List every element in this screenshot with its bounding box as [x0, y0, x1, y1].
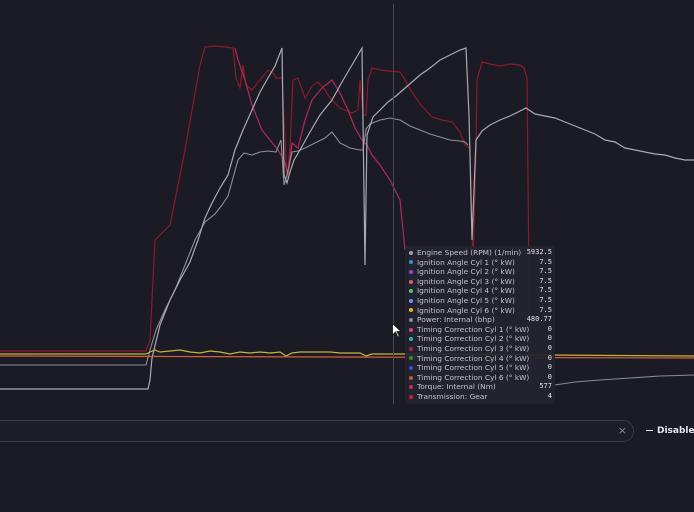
tooltip-row-label: Timing Correction Cyl 6 (° kW) [417, 372, 530, 382]
tooltip-row-label: Ignition Angle Cyl 6 (° kW) [417, 305, 515, 315]
mouse-cursor-icon [392, 323, 402, 338]
tooltip-row-label: Timing Correction Cyl 3 (° kW) [417, 343, 530, 353]
tooltip-row-label: Power: Internal (bhp) [417, 315, 495, 325]
legend-dot-icon [409, 394, 413, 399]
tooltip-row-value: 7.5 [539, 295, 552, 304]
disable-button-label: Disable C [657, 426, 694, 436]
legend-dot-icon [409, 365, 413, 370]
tooltip-row-value: 4 [547, 391, 552, 400]
tooltip-row-value: 480.77 [526, 315, 552, 324]
tooltip-row: Ignition Angle Cyl 5 (° kW) 7.5 [409, 296, 552, 306]
legend-dot-icon [409, 289, 413, 294]
legend-dot-icon [409, 260, 413, 265]
legend-dot-icon [409, 298, 413, 303]
tooltip-row-value: 0 [547, 343, 552, 352]
series-engine-speed [0, 45, 694, 390]
legend-dot-icon [409, 327, 413, 332]
tooltip-row-label: Engine Speed (RPM) (1/min) [417, 248, 522, 257]
tooltip-row-label: Ignition Angle Cyl 2 (° kW) [417, 267, 515, 277]
clear-icon[interactable]: × [618, 423, 627, 439]
legend-dot-icon [409, 337, 413, 342]
legend-dot-icon [409, 375, 413, 380]
legend-dot-icon [409, 308, 413, 313]
tooltip-row-label: Timing Correction Cyl 4 (° kW) [417, 353, 530, 363]
tooltip-row: Timing Correction Cyl 2 (° kW) 0 [409, 334, 552, 344]
tooltip-row: Ignition Angle Cyl 3 (° kW) 7.5 [409, 277, 552, 287]
disable-button[interactable]: Disable C [646, 424, 694, 438]
tooltip-row-label: Ignition Angle Cyl 3 (° kW) [417, 276, 515, 286]
tooltip-row: Transmission: Gear 4 [409, 392, 552, 402]
tooltip-row-value: 7.5 [539, 276, 552, 285]
tooltip-row: Engine Speed (RPM) (1/min) 5932.5 [409, 248, 552, 258]
tooltip-row: Ignition Angle Cyl 4 (° kW) 7.5 [409, 286, 552, 296]
tooltip-row: Timing Correction Cyl 5 (° kW) 0 [409, 363, 552, 373]
legend-dot-icon [409, 356, 413, 361]
filter-input[interactable]: × [0, 420, 634, 442]
tooltip-row: Ignition Angle Cyl 2 (° kW) 7.5 [409, 267, 552, 277]
tooltip-row: Ignition Angle Cyl 6 (° kW) 7.5 [409, 306, 552, 316]
tooltip-row-value: 7.5 [539, 286, 552, 295]
tooltip-row-label: Ignition Angle Cyl 5 (° kW) [417, 295, 515, 305]
datalog-chart[interactable] [0, 0, 694, 410]
tooltip-row-value: 0 [547, 372, 552, 381]
series-power-lower [554, 374, 694, 386]
tooltip-row-label: Timing Correction Cyl 2 (° kW) [417, 334, 530, 344]
series-torque [234, 47, 406, 251]
tooltip-row: Ignition Angle Cyl 1 (° kW) 7.5 [409, 258, 552, 268]
tooltip-row-label: Ignition Angle Cyl 1 (° kW) [417, 257, 515, 267]
tooltip-row: Power: Internal (bhp) 480.77 [409, 315, 552, 325]
tooltip-row-value: 7.5 [539, 257, 552, 266]
tooltip-row-value: 7.5 [539, 305, 552, 314]
tooltip-row-value: 577 [539, 382, 552, 391]
tooltip-row-value: 0 [547, 324, 552, 333]
legend-dot-icon [409, 250, 413, 255]
tooltip-row-label: Timing Correction Cyl 1 (° kW) [417, 324, 530, 334]
tooltip-row: Torque: Internal (Nm) 577 [409, 382, 552, 392]
legend-dot-icon [409, 317, 413, 322]
tooltip-row: Timing Correction Cyl 4 (° kW) 0 [409, 354, 552, 364]
tooltip-row-value: 7.5 [539, 267, 552, 276]
tooltip-row-label: Timing Correction Cyl 5 (° kW) [417, 363, 530, 373]
tooltip-row: Timing Correction Cyl 1 (° kW) 0 [409, 325, 552, 335]
legend-dot-icon [409, 385, 413, 390]
tooltip-row-label: Transmission: Gear [417, 391, 488, 401]
crosshair-line [393, 4, 394, 404]
legend-dot-icon [409, 269, 413, 274]
minus-icon [646, 429, 653, 432]
tooltip-row-label: Ignition Angle Cyl 4 (° kW) [417, 286, 515, 296]
tooltip-row-label: Torque: Internal (Nm) [417, 382, 496, 392]
tooltip-row-value: 0 [547, 363, 552, 372]
tooltip-row-value: 0 [547, 353, 552, 362]
tooltip-row: Timing Correction Cyl 6 (° kW) 0 [409, 373, 552, 383]
legend-dot-icon [409, 279, 413, 284]
tooltip-row: Timing Correction Cyl 3 (° kW) 0 [409, 344, 552, 354]
tooltip-row-value: 0 [547, 334, 552, 343]
legend-dot-icon [409, 346, 413, 351]
series-timing-correction [0, 355, 694, 359]
tooltip-row-value: 5932.5 [526, 248, 552, 256]
data-tooltip: Engine Speed (RPM) (1/min) 5932.5 Ignition… [405, 246, 555, 404]
